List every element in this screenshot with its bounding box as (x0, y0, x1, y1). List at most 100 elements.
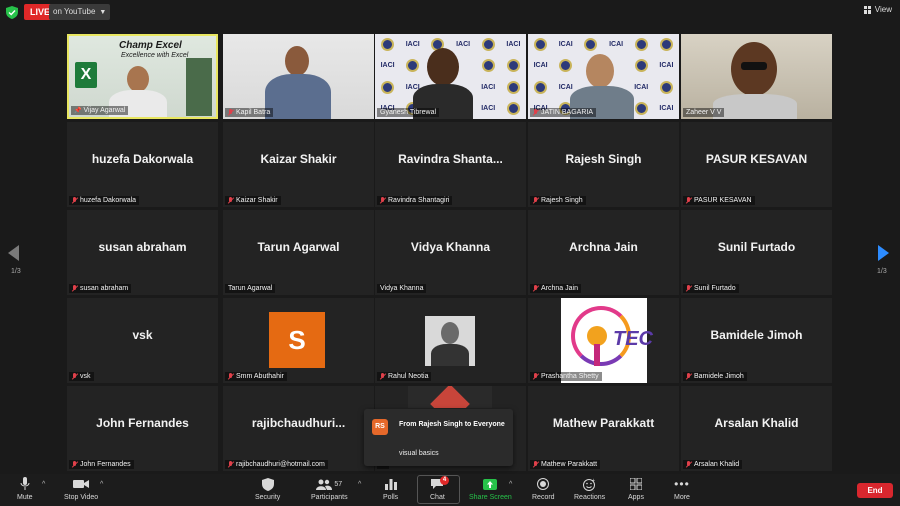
participant-tile[interactable]: Vidya Khanna Vidya Khanna (375, 210, 526, 295)
mic-muted-icon (533, 461, 539, 468)
banner-title: Champ Excel (119, 40, 182, 51)
participant-name-label: Mathew Parakkatt (530, 460, 601, 469)
share-options-caret-icon[interactable]: ^ (509, 481, 512, 488)
page-indicator-right: 1/3 (877, 268, 887, 275)
participant-tile[interactable]: Archna Jain Archna Jain (528, 210, 679, 295)
participant-display-name: Bamidele Jimoh (710, 328, 803, 342)
mic-muted-icon (72, 285, 78, 292)
share-screen-button[interactable]: Share Screen (469, 477, 512, 501)
participant-name-label: Bamidele Jimoh (683, 372, 747, 381)
stop-video-button[interactable]: Stop Video (64, 477, 98, 501)
security-shield-icon (6, 6, 18, 19)
participant-name-label: Archna Jain (530, 284, 581, 293)
participant-tile[interactable]: susan abraham susan abraham (67, 210, 218, 295)
next-page-arrow-icon[interactable] (878, 245, 889, 261)
participant-name-label: PASUR KESAVAN (683, 196, 755, 205)
apps-button[interactable]: Apps (628, 477, 644, 501)
participant-name-label: Prashantha Shetty (530, 372, 602, 381)
stream-target-dropdown[interactable]: on YouTube ▼ (49, 4, 111, 20)
participant-tile[interactable]: Rahul Neotia (375, 298, 526, 383)
mic-muted-icon (228, 197, 234, 204)
participants-button[interactable]: 57 Participants (311, 477, 348, 501)
security-button[interactable]: Security (255, 477, 280, 501)
banner-subtitle: Excellence with Excel (121, 52, 189, 59)
participant-display-name: Archna Jain (569, 240, 638, 254)
tec-logo-text: TEC (613, 328, 653, 350)
participant-tile[interactable]: Rajesh Singh Rajesh Singh (528, 122, 679, 207)
share-screen-icon (483, 477, 498, 491)
participant-display-name: Sunil Furtado (717, 240, 796, 254)
participant-tile[interactable]: IACI IACI IACI IACI IACI IACI IACI IACI Gyan… (375, 34, 526, 119)
participant-display-name: susan abraham (98, 240, 187, 254)
microphone-icon (20, 477, 30, 491)
mic-muted-icon (533, 109, 539, 116)
mute-button[interactable]: Mute (17, 477, 33, 501)
chat-unread-badge: 4 (440, 476, 449, 485)
mic-muted-icon (533, 373, 539, 380)
page-indicator-left: 1/3 (11, 268, 21, 275)
participant-name-label: Kaizar Shakir (225, 196, 281, 205)
participant-tile[interactable]: John Fernandes John Fernandes (67, 386, 218, 471)
participant-tile[interactable]: rajibchaudhuri... rajibchaudhuri@hotmail.… (223, 386, 374, 471)
participant-video (408, 386, 492, 408)
participant-display-name: huzefa Dakorwala (91, 152, 194, 166)
participant-tile[interactable]: PASUR KESAVAN PASUR KESAVAN (681, 122, 832, 207)
end-meeting-button[interactable]: End (857, 483, 893, 498)
mic-muted-icon (72, 373, 78, 380)
audio-options-caret-icon[interactable]: ^ (42, 481, 45, 488)
participant-tile-active-speaker[interactable]: X Champ Excel Excellence with Excel 📌 Vi… (67, 34, 218, 119)
participant-tile[interactable]: TEC Prashantha Shetty (528, 298, 679, 383)
participant-tile[interactable]: Kapil Batra (223, 34, 374, 119)
grid-view-icon (863, 5, 872, 14)
ellipsis-icon: ••• (674, 477, 690, 491)
participants-caret-icon[interactable]: ^ (358, 481, 361, 488)
excel-logo-icon: X (75, 62, 97, 88)
reactions-button[interactable]: + Reactions (574, 477, 605, 502)
smiley-icon: + (583, 477, 596, 491)
participant-display-name: PASUR KESAVAN (705, 152, 808, 166)
participant-tile[interactable]: Sunil Furtado Sunil Furtado (681, 210, 832, 295)
participant-avatar: TEC (561, 298, 653, 383)
sender-avatar: RS (372, 419, 388, 435)
participant-name-label: JATIN BAGARIA (530, 108, 596, 117)
participant-display-name: Kaizar Shakir (260, 152, 337, 166)
participant-tile[interactable]: Kaizar Shakir Kaizar Shakir (223, 122, 374, 207)
chat-message: visual basics (399, 450, 439, 457)
participant-tile[interactable]: Bamidele Jimoh Bamidele Jimoh (681, 298, 832, 383)
participant-tile[interactable]: S Smm Abuthahir (223, 298, 374, 383)
participant-tile[interactable]: Mathew Parakkatt Mathew Parakkatt (528, 386, 679, 471)
participant-name-label: Smm Abuthahir (225, 372, 287, 381)
participant-tile[interactable]: Ravindra Shanta... Ravindra Shantagiri (375, 122, 526, 207)
mic-muted-icon (72, 461, 78, 468)
record-button[interactable]: Record (532, 477, 555, 501)
chat-notification-popup[interactable]: RS From Rajesh Singh to Everyone visual … (364, 409, 513, 466)
participant-name-label: huzefa Dakorwala (69, 196, 140, 205)
apps-icon (629, 477, 642, 491)
polls-button[interactable]: Polls (383, 477, 398, 501)
mic-muted-icon (686, 373, 692, 380)
mic-muted-icon (380, 373, 386, 380)
participant-video: X Champ Excel Excellence with Excel (69, 36, 216, 117)
mic-muted-icon (686, 461, 692, 468)
participant-tile[interactable]: ICAI ICAI ICAI ICAI ICAI ICAI ICAI ICAI JATI… (528, 34, 679, 119)
participant-tile[interactable]: Tarun Agarwal Tarun Agarwal (223, 210, 374, 295)
participant-tile[interactable]: Zaheer V V (681, 34, 832, 119)
participant-tile[interactable]: huzefa Dakorwala huzefa Dakorwala (67, 122, 218, 207)
participant-tile[interactable]: Arsalan Khalid Arsalan Khalid (681, 386, 832, 471)
participant-name-label: Gyanesh Tibrewal (377, 108, 440, 117)
participant-tile[interactable]: vsk vsk (67, 298, 218, 383)
participants-icon: 57 (316, 477, 342, 491)
mic-muted-icon (72, 197, 78, 204)
video-options-caret-icon[interactable]: ^ (100, 481, 103, 488)
chat-sender: From Rajesh Singh to Everyone (399, 421, 505, 428)
previous-page-arrow-icon[interactable] (8, 245, 19, 261)
mic-muted-icon (228, 109, 234, 116)
shield-icon (261, 477, 274, 491)
pin-icon: 📌 (74, 108, 82, 114)
participant-display-name: Arsalan Khalid (714, 416, 799, 430)
bar-chart-icon (384, 477, 397, 491)
view-button[interactable]: View (863, 5, 892, 14)
participant-name-label: Zaheer V V (683, 108, 725, 117)
more-button[interactable]: ••• More (674, 477, 690, 501)
participant-name-label: Vidya Khanna (377, 284, 427, 293)
